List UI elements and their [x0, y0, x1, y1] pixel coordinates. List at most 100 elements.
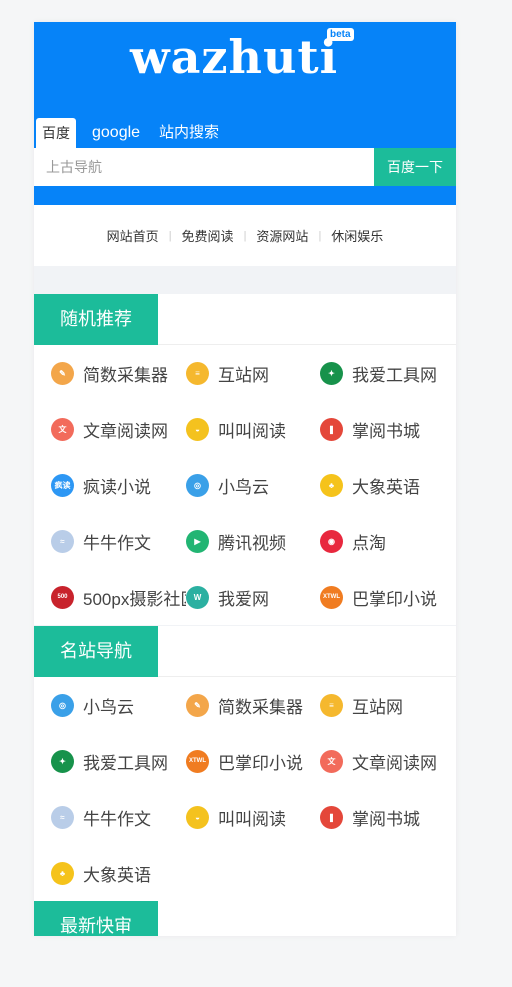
site-link[interactable]: W 我爱网 [186, 569, 320, 625]
site-link-label: 叫叫阅读 [218, 421, 286, 441]
stack-icon: ≡ [320, 693, 343, 717]
site-link[interactable]: ▶ 腾讯视频 [186, 513, 320, 569]
diantao-icon: ◉ [320, 529, 343, 553]
site-link-label: 掌阅书城 [352, 809, 420, 829]
swirl-icon: ◎ [51, 693, 74, 717]
search-bar: 百度一下 [34, 148, 456, 186]
site-link[interactable]: ❚ 掌阅书城 [320, 401, 455, 457]
site-link-label: 叫叫阅读 [218, 809, 286, 829]
site-logo[interactable]: wazhuti [130, 30, 338, 84]
wrench-icon: ✦ [320, 361, 343, 385]
famous-section: 名站导航 ◎ 小鸟云 ✎ 简数采集器 ≡ 互站网 ✦ 我爱工具网 XTWL 巴掌印小说文文章阅读网… [34, 626, 456, 901]
w-icon: W [186, 585, 209, 609]
xtwl-icon: XTWL [320, 585, 343, 609]
header: wazhuti beta 百度 google 站内搜索 百度一下 [34, 22, 456, 205]
site-link[interactable]: XTWL 巴掌印小说 [186, 733, 320, 789]
page: wazhuti beta 百度 google 站内搜索 百度一下 网站首页 | … [34, 22, 456, 936]
site-link[interactable]: 500 500px摄影社区 [51, 569, 186, 625]
elephant-icon: ♣ [51, 861, 74, 885]
site-link[interactable]: 文文章阅读网 [320, 733, 455, 789]
site-link-label: 巴掌印小说 [352, 589, 437, 609]
site-link-label: 疯读小说 [83, 477, 151, 497]
niuniu-icon: ≈ [51, 805, 74, 829]
section-title-famous: 名站导航 [34, 626, 158, 677]
site-link[interactable]: ◒ 叫叫阅读 [186, 401, 320, 457]
nav-item-resources[interactable]: 资源网站 [246, 226, 318, 245]
famous-grid: ◎ 小鸟云 ✎ 简数采集器 ≡ 互站网 ✦ 我爱工具网 XTWL 巴掌印小说文文章阅读网 ≈ 牛牛作文… [34, 677, 456, 901]
site-link-label: 大象英语 [352, 477, 420, 497]
section-header: 名站导航 [34, 626, 456, 677]
niuniu-icon: ≈ [51, 529, 74, 553]
section-title-latest: 最新快审 [34, 901, 158, 936]
random-grid: ✎ 简数采集器 ≡ 互站网 ✦ 我爱工具网文文章阅读网 ◒ 叫叫阅读 ❚ 掌阅书城 疯读 疯读小说 ◎ 小… [34, 345, 456, 625]
swirl-icon: ◎ [186, 473, 209, 497]
site-link-label: 500px摄影社区 [83, 589, 186, 609]
site-link[interactable]: ✦ 我爱工具网 [320, 345, 455, 401]
site-link-label: 掌阅书城 [352, 421, 420, 441]
elephant-icon: ♣ [320, 473, 343, 497]
site-link[interactable]: ✎ 简数采集器 [51, 345, 186, 401]
book-icon: ❚ [320, 417, 343, 441]
site-link-label: 我爱网 [218, 589, 269, 609]
site-link[interactable]: ◉ 点淘 [320, 513, 455, 569]
site-link-label: 文章阅读网 [83, 421, 168, 441]
site-link[interactable]: ✦ 我爱工具网 [51, 733, 186, 789]
site-link-label: 我爱工具网 [83, 753, 168, 773]
site-link[interactable]: ◎ 小鸟云 [51, 677, 186, 733]
top-nav: 网站首页 | 免费阅读 | 资源网站 | 休闲娱乐 [34, 205, 456, 266]
site-link[interactable]: 文文章阅读网 [51, 401, 186, 457]
tab-google[interactable]: google [82, 118, 150, 148]
wen-icon: 文 [320, 749, 343, 773]
site-link-label: 文章阅读网 [352, 753, 437, 773]
site-link-label: 简数采集器 [83, 365, 168, 385]
site-link[interactable]: ≡ 互站网 [186, 345, 320, 401]
search-button[interactable]: 百度一下 [374, 148, 456, 186]
site-link-label: 点淘 [352, 533, 386, 553]
site-link-label: 互站网 [218, 365, 269, 385]
wrench-icon: ✦ [51, 749, 74, 773]
search-input[interactable] [34, 148, 374, 186]
site-link-label: 小鸟云 [83, 697, 134, 717]
site-link-label: 牛牛作文 [83, 533, 151, 553]
nav-item-entertainment[interactable]: 休闲娱乐 [321, 226, 393, 245]
site-link-label: 互站网 [352, 697, 403, 717]
play-icon: ▶ [186, 529, 209, 553]
site-link[interactable]: ≈ 牛牛作文 [51, 513, 186, 569]
bowl-icon: ◒ [186, 805, 209, 829]
section-title-random: 随机推荐 [34, 294, 158, 345]
section-header: 随机推荐 [34, 294, 456, 345]
tab-baidu[interactable]: 百度 [36, 118, 76, 148]
site-link-label: 小鸟云 [218, 477, 269, 497]
site-link[interactable]: ❚ 掌阅书城 [320, 789, 455, 845]
500px-icon: 500 [51, 585, 74, 609]
bowl-icon: ◒ [186, 417, 209, 441]
site-link[interactable]: ≈ 牛牛作文 [51, 789, 186, 845]
site-link-label: 我爱工具网 [352, 365, 437, 385]
site-link[interactable]: ◒ 叫叫阅读 [186, 789, 320, 845]
brush-icon: ✎ [51, 361, 74, 385]
site-link-label: 简数采集器 [218, 697, 303, 717]
book-icon: ❚ [320, 805, 343, 829]
site-link[interactable]: XTWL 巴掌印小说 [320, 569, 455, 625]
stack-icon: ≡ [186, 361, 209, 385]
beta-badge: beta [327, 28, 354, 41]
fengdu-icon: 疯读 [51, 473, 74, 497]
brush-icon: ✎ [186, 693, 209, 717]
random-section: 随机推荐 ✎ 简数采集器 ≡ 互站网 ✦ 我爱工具网文文章阅读网 ◒ 叫叫阅读 ❚ 掌阅书城疯读疯… [34, 294, 456, 625]
search-tabs: 百度 google 站内搜索 [34, 118, 228, 148]
tab-site-search[interactable]: 站内搜索 [150, 118, 228, 148]
site-link-label: 大象英语 [83, 865, 151, 885]
site-link-label: 巴掌印小说 [218, 753, 303, 773]
site-link-label: 腾讯视频 [218, 533, 286, 553]
site-link[interactable]: ≡ 互站网 [320, 677, 455, 733]
latest-section: 最新快审 [34, 901, 456, 936]
site-link[interactable]: ♣ 大象英语 [51, 845, 186, 901]
section-header: 最新快审 [34, 901, 456, 936]
site-link[interactable]: ✎ 简数采集器 [186, 677, 320, 733]
nav-item-home[interactable]: 网站首页 [97, 226, 169, 245]
nav-item-free-reading[interactable]: 免费阅读 [172, 226, 244, 245]
site-link[interactable]: ♣ 大象英语 [320, 457, 455, 513]
site-link[interactable]: 疯读 疯读小说 [51, 457, 186, 513]
site-link[interactable]: ◎ 小鸟云 [186, 457, 320, 513]
xtwl-icon: XTWL [186, 749, 209, 773]
